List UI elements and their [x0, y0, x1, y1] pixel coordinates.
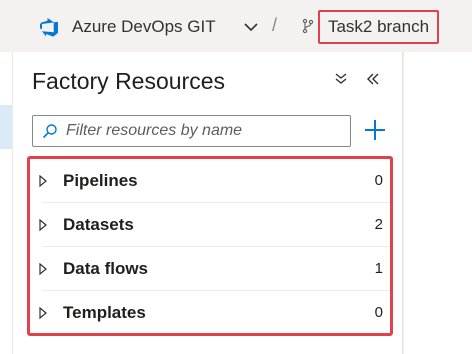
- resource-item-templates[interactable]: Templates 0: [30, 291, 390, 335]
- chevron-down-icon[interactable]: [243, 19, 259, 35]
- resource-item-label: Datasets: [63, 215, 134, 234]
- resource-item-pipelines[interactable]: Pipelines 0: [30, 159, 390, 203]
- git-branch-icon: [302, 18, 314, 34]
- top-bar: Azure DevOps GIT / Task2 branch: [0, 0, 472, 53]
- search-box: [32, 115, 351, 147]
- plus-icon[interactable]: [363, 118, 387, 142]
- collapse-all-icon[interactable]: [333, 71, 349, 87]
- repo-selector[interactable]: Azure DevOps GIT: [40, 13, 216, 41]
- search-input[interactable]: [66, 122, 336, 140]
- panel-title: Factory Resources: [32, 68, 226, 94]
- factory-resources-panel: Factory Resources Pipelines 0 Datasets: [13, 52, 403, 354]
- resource-item-label: Templates: [63, 303, 146, 322]
- resource-item-count: 0: [374, 172, 383, 189]
- branch-label: Task2 branch: [327, 17, 430, 36]
- resource-item-label: Data flows: [63, 259, 149, 278]
- resource-item-count: 1: [374, 260, 383, 277]
- caret-right-icon[interactable]: [39, 175, 47, 187]
- repo-label: Azure DevOps GIT: [72, 17, 216, 36]
- caret-right-icon[interactable]: [39, 219, 47, 231]
- resource-item-data-flows[interactable]: Data flows 1: [30, 247, 390, 291]
- double-chevron-left-icon[interactable]: [365, 71, 381, 87]
- azure-devops-icon: [40, 17, 58, 37]
- left-nav-strip: [0, 52, 13, 354]
- resource-item-count: 0: [374, 304, 383, 321]
- breadcrumb-separator: /: [272, 15, 278, 35]
- search-icon: [42, 124, 57, 139]
- resource-list: Pipelines 0 Datasets 2 Data flows 1 Temp…: [27, 156, 393, 336]
- resource-item-label: Pipelines: [63, 171, 138, 190]
- resource-item-count: 2: [374, 216, 383, 233]
- branch-selector[interactable]: Task2 branch: [318, 10, 439, 44]
- left-nav-selected-indicator: [0, 105, 12, 149]
- canvas-area: [404, 52, 472, 354]
- resource-item-datasets[interactable]: Datasets 2: [30, 203, 390, 247]
- caret-right-icon[interactable]: [39, 307, 47, 319]
- caret-right-icon[interactable]: [39, 263, 47, 275]
